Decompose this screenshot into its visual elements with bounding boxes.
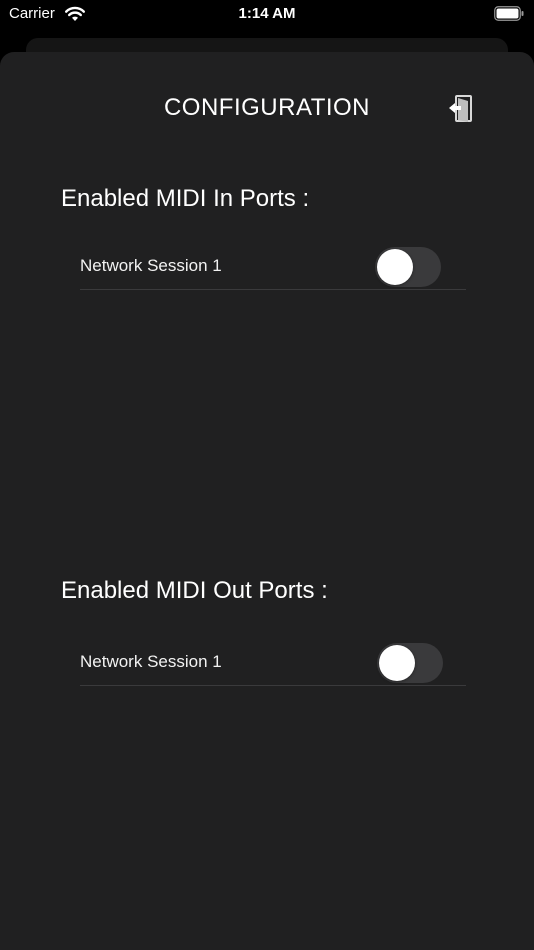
exit-door-icon[interactable] <box>446 92 476 126</box>
midi-out-header: Enabled MIDI Out Ports : <box>61 577 328 604</box>
battery-icon <box>494 6 524 21</box>
row-divider <box>80 685 466 686</box>
row-divider <box>80 289 466 290</box>
midi-in-port-toggle[interactable] <box>375 247 441 287</box>
toggle-knob <box>379 645 415 681</box>
midi-out-port-toggle[interactable] <box>377 643 443 683</box>
midi-out-port-label: Network Session 1 <box>80 652 222 671</box>
midi-in-port-row: Network Session 1 <box>80 242 466 290</box>
toggle-knob <box>377 249 413 285</box>
midi-in-header: Enabled MIDI In Ports : <box>61 185 310 212</box>
midi-out-port-row: Network Session 1 <box>80 638 466 686</box>
midi-in-port-label: Network Session 1 <box>80 256 222 275</box>
configuration-sheet: CONFIGURATION Enabled MIDI In Ports : Ne… <box>0 52 534 950</box>
status-bar: Carrier 1:14 AM <box>0 0 534 30</box>
status-time: 1:14 AM <box>238 5 296 22</box>
